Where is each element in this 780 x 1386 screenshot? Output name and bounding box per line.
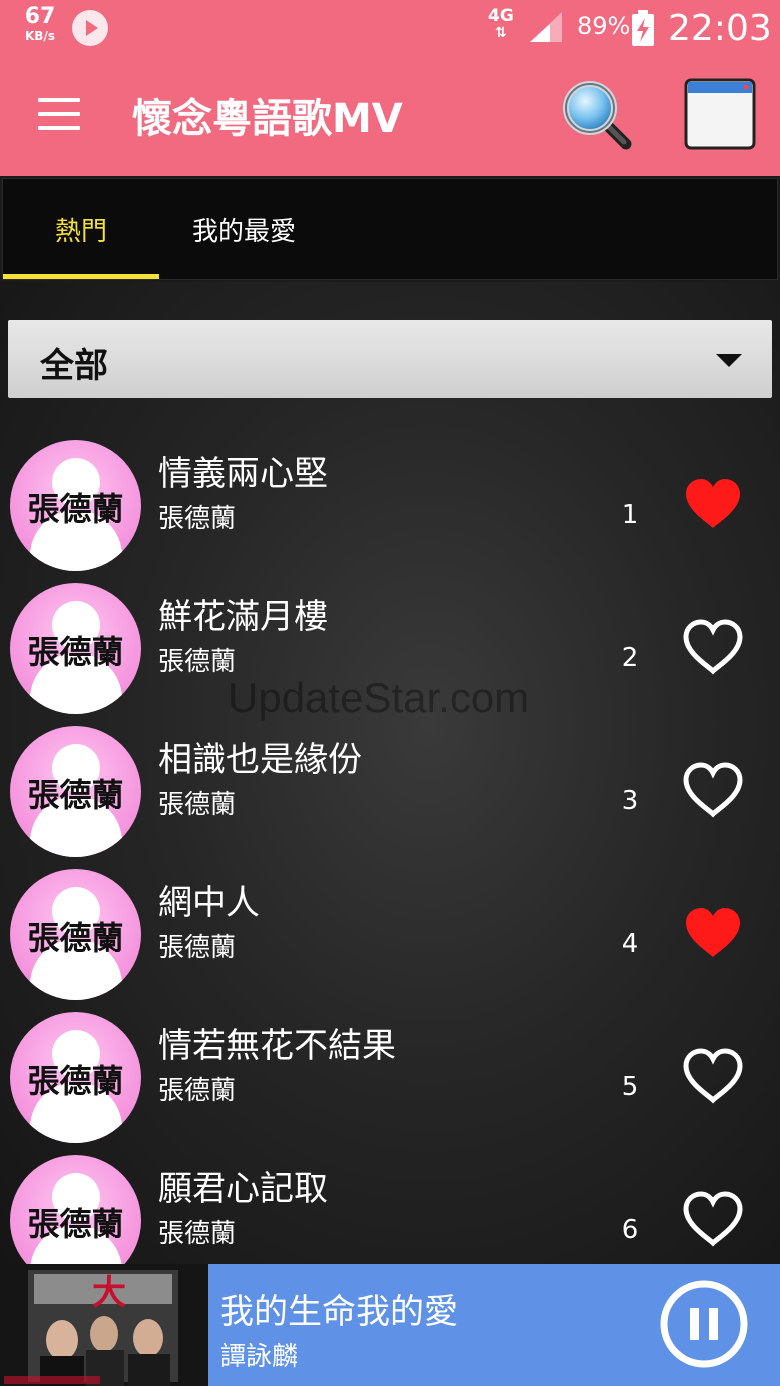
song-title: 相識也是緣份 xyxy=(158,740,362,780)
song-title: 鮮花滿月樓 xyxy=(158,597,328,637)
artist-avatar: 張德蘭 xyxy=(10,869,141,1000)
now-playing-artist: 譚詠麟 xyxy=(220,1342,299,1372)
net-speed-unit: KB/s xyxy=(25,29,55,43)
artist-avatar: 張德蘭 xyxy=(10,583,141,714)
now-playing-bar[interactable]: 大 我的生命我的愛 譚詠麟 xyxy=(0,1264,780,1386)
song-artist: 張德蘭 xyxy=(158,1076,237,1106)
heart-outline-icon[interactable] xyxy=(682,1191,744,1247)
song-row[interactable]: 張德蘭 相識也是緣份 張德蘭 3 xyxy=(0,726,780,869)
song-number: 1 xyxy=(621,500,639,530)
network-type-label: 4G xyxy=(488,6,514,26)
battery-percent: 89% xyxy=(577,12,631,40)
song-artist: 張德蘭 xyxy=(158,790,237,820)
song-row[interactable]: 張德蘭 情若無花不結果 張德蘭 5 xyxy=(0,1012,780,1155)
song-number: 3 xyxy=(621,786,639,816)
song-title: 願君心記取 xyxy=(158,1169,328,1209)
now-playing-title: 我的生命我的愛 xyxy=(220,1292,458,1332)
window-icon[interactable] xyxy=(684,78,756,150)
tab-active-indicator xyxy=(3,274,159,279)
clock: 22:03 xyxy=(668,8,772,49)
heart-filled-icon[interactable] xyxy=(682,476,744,532)
artist-avatar-label: 張德蘭 xyxy=(27,490,124,528)
heart-outline-icon[interactable] xyxy=(682,619,744,675)
song-title: 網中人 xyxy=(158,883,260,923)
svg-text:大: 大 xyxy=(92,1273,126,1313)
app-bar: 懷念粵語歌MV xyxy=(0,56,780,176)
song-artist: 張德蘭 xyxy=(158,1219,237,1249)
song-row[interactable]: 張德蘭 鮮花滿月樓 張德蘭 2 xyxy=(0,583,780,726)
album-thumbnail: 大 xyxy=(0,1264,208,1386)
song-number: 2 xyxy=(621,643,639,673)
heart-outline-icon[interactable] xyxy=(682,1048,744,1104)
category-dropdown[interactable]: 全部 xyxy=(8,320,772,398)
chevron-down-icon xyxy=(716,354,742,367)
song-number: 6 xyxy=(621,1215,639,1245)
artist-avatar-label: 張德蘭 xyxy=(27,1062,124,1100)
song-artist: 張德蘭 xyxy=(158,504,237,534)
data-arrows-icon: ⇅ xyxy=(495,25,507,41)
signal-icon xyxy=(530,12,562,42)
song-artist: 張德蘭 xyxy=(158,933,237,963)
song-title: 情義兩心堅 xyxy=(158,454,328,494)
heart-filled-icon[interactable] xyxy=(682,905,744,961)
tab-favorites[interactable]: 我的最愛 xyxy=(159,179,329,279)
artist-avatar-label: 張德蘭 xyxy=(27,776,124,814)
pause-button[interactable] xyxy=(658,1278,750,1370)
artist-avatar: 張德蘭 xyxy=(10,1012,141,1143)
network-type: 4G ⇅ xyxy=(488,6,514,41)
song-title: 情若無花不結果 xyxy=(158,1026,396,1066)
heart-outline-icon[interactable] xyxy=(682,762,744,818)
tab-hot[interactable]: 熱門 xyxy=(3,179,159,279)
song-row[interactable]: 張德蘭 網中人 張德蘭 4 xyxy=(0,869,780,1012)
song-row[interactable]: 張德蘭 情義兩心堅 張德蘭 1 xyxy=(0,440,780,583)
search-icon[interactable] xyxy=(560,78,636,154)
artist-avatar: 張德蘭 xyxy=(10,726,141,857)
artist-avatar: 張德蘭 xyxy=(10,440,141,571)
menu-icon[interactable] xyxy=(38,98,82,130)
net-speed: 67 KB/s xyxy=(18,4,62,43)
artist-avatar-label: 張德蘭 xyxy=(27,1205,124,1243)
net-speed-value: 67 xyxy=(24,4,56,29)
tab-hot-label: 熱門 xyxy=(54,216,107,247)
tab-favorites-label: 我的最愛 xyxy=(191,216,296,247)
song-number: 4 xyxy=(621,929,639,959)
song-list-area: 全部 UpdateStar.com 張德蘭 情義兩心堅 張德蘭 1 張德蘭 鮮花滿月樓 張德… xyxy=(0,282,780,1286)
tab-bar: 熱門 我的最愛 xyxy=(2,178,778,280)
media-play-icon xyxy=(72,10,108,46)
status-bar: 67 KB/s 4G ⇅ 89% 22:03 xyxy=(0,0,780,56)
app-title: 懷念粵語歌MV xyxy=(132,96,403,142)
category-dropdown-value: 全部 xyxy=(40,346,108,386)
artist-avatar-label: 張德蘭 xyxy=(27,633,124,671)
battery-charging-icon xyxy=(632,10,654,46)
artist-avatar-label: 張德蘭 xyxy=(27,919,124,957)
song-artist: 張德蘭 xyxy=(158,647,237,677)
song-number: 5 xyxy=(621,1072,639,1102)
